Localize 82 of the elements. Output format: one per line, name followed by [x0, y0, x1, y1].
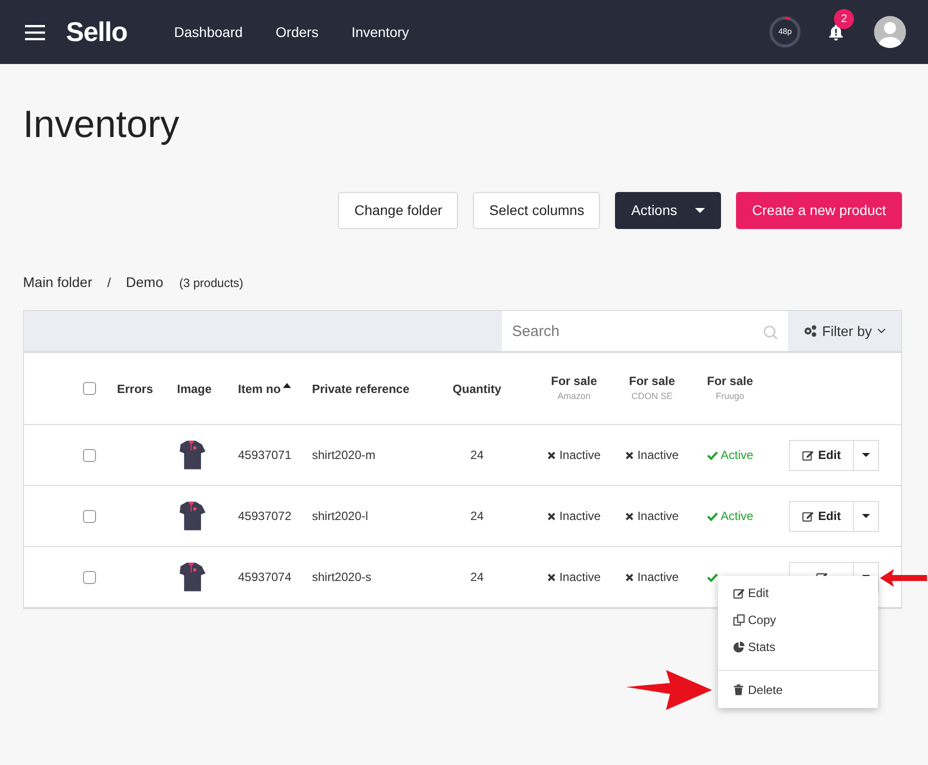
page-title: Inventory: [23, 103, 180, 148]
column-header[interactable]: Private reference: [312, 380, 410, 398]
checkbox[interactable]: [83, 448, 96, 462]
search-field[interactable]: Search: [502, 311, 788, 351]
trash-icon: [733, 684, 745, 696]
breadcrumb-separator: /: [107, 274, 111, 292]
edit-icon: [802, 449, 814, 461]
gears-icon: [803, 324, 818, 338]
x-icon: [547, 512, 556, 520]
status-label: Inactive: [547, 446, 601, 464]
edit-icon: [733, 587, 745, 599]
status-label: Inactive: [547, 507, 601, 525]
pie-chart-icon: [733, 641, 745, 653]
check-icon: [706, 450, 718, 460]
caret-icon: [695, 208, 706, 213]
x-icon: [547, 450, 556, 460]
status-label: Inactive: [625, 507, 679, 525]
status-label: Inactive: [547, 568, 601, 586]
dropdown-toggle[interactable]: [854, 500, 879, 532]
column-subheader: Amazon: [557, 390, 591, 403]
nav-link[interactable]: Inventory: [351, 22, 410, 42]
breadcrumb-link[interactable]: Demo: [126, 272, 164, 293]
menu-item[interactable]: Stats: [718, 634, 878, 660]
column-header[interactable]: For sale: [628, 374, 676, 388]
action-button[interactable]: Create a new product: [736, 192, 902, 229]
table-cell: shirt2020-m: [312, 448, 376, 462]
column-header[interactable]: Image: [177, 380, 212, 398]
table-cell: 45937074: [238, 570, 292, 584]
status-label: Active: [706, 446, 754, 464]
table-cell: shirt2020-l: [312, 509, 368, 523]
x-icon: [625, 450, 634, 460]
column-header[interactable]: Item no: [238, 380, 281, 398]
x-icon: [625, 512, 634, 520]
check-icon: [706, 510, 718, 522]
copy-icon: [733, 614, 745, 626]
edit-button[interactable]: Edit: [789, 440, 854, 470]
search-icon: [763, 325, 778, 340]
column-subheader: Fruugo: [716, 390, 744, 403]
avatar-button[interactable]: [874, 16, 906, 48]
checkbox[interactable]: [83, 570, 96, 584]
menu-item[interactable]: Edit: [718, 580, 878, 606]
checkbox[interactable]: [83, 382, 96, 395]
action-button[interactable]: Actions: [615, 192, 722, 229]
column-header[interactable]: Quantity: [452, 380, 502, 398]
product-count: (3 products): [179, 274, 244, 292]
caret-icon: [862, 514, 870, 518]
nav-link[interactable]: Orders: [276, 22, 318, 42]
caret-icon: [862, 453, 870, 457]
table-cell-text: 24: [470, 569, 484, 586]
dropdown-toggle[interactable]: [854, 440, 879, 470]
edit-button[interactable]: Edit: [789, 500, 854, 532]
meter-label: 48p: [778, 26, 792, 38]
x-icon: [547, 572, 556, 582]
menu-button[interactable]: [25, 22, 45, 42]
chevron-down-icon: [876, 328, 886, 334]
status-label: Inactive: [625, 568, 679, 586]
logo[interactable]: Sello: [66, 12, 128, 52]
status-label: Active: [706, 507, 754, 525]
column-header[interactable]: Errors: [117, 380, 154, 398]
table-cell-text: 24: [470, 508, 484, 525]
action-button[interactable]: Select columns: [473, 192, 600, 229]
edit-icon: [802, 510, 814, 522]
filter-label: Filter by: [822, 322, 872, 341]
table-cell: 45937071: [238, 448, 292, 462]
action-button[interactable]: Change folder: [338, 192, 458, 229]
table-cell: 45937072: [238, 509, 292, 523]
annotation-arrow: [880, 569, 927, 587]
checkbox[interactable]: [83, 510, 96, 522]
status-label: Inactive: [625, 446, 679, 464]
column-header[interactable]: For sale: [550, 374, 598, 388]
column-subheader: CDON SE: [631, 390, 672, 403]
table-cell: shirt2020-s: [312, 570, 372, 584]
menu-item[interactable]: Copy: [718, 606, 878, 634]
notification-badge: 2: [834, 9, 854, 29]
breadcrumb-link[interactable]: Main folder: [23, 272, 92, 293]
x-icon: [625, 572, 634, 582]
nav-link[interactable]: Dashboard: [174, 22, 243, 42]
filter-button[interactable]: Filter by: [788, 311, 901, 351]
menu-icon: [25, 23, 45, 41]
table-cell-text: 24: [470, 447, 484, 464]
column-header[interactable]: For sale: [706, 374, 754, 388]
menu-item[interactable]: Delete: [718, 676, 878, 704]
